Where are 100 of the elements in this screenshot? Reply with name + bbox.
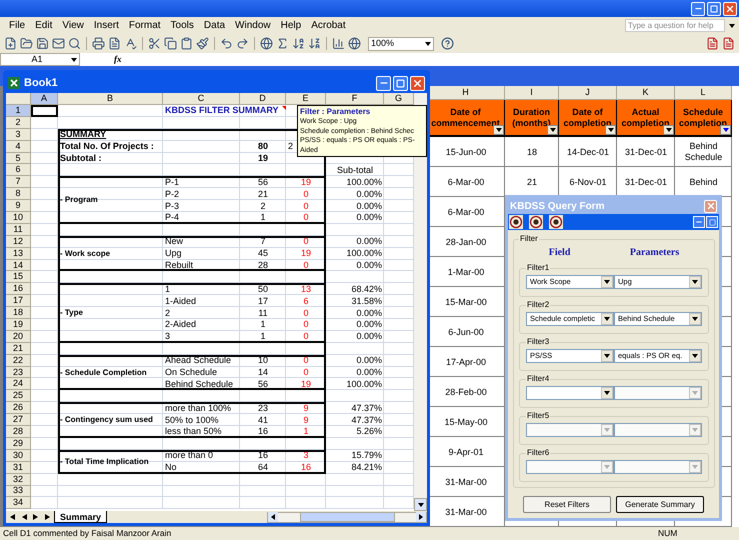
row-header[interactable]: 4 — [6, 140, 31, 153]
column-header[interactable]: F — [326, 93, 384, 105]
brush-icon[interactable] — [196, 37, 209, 50]
help-icon[interactable] — [441, 37, 454, 50]
row-header[interactable]: 6 — [6, 164, 31, 176]
paste-icon[interactable] — [180, 37, 193, 50]
row-header[interactable]: 19 — [6, 319, 31, 331]
row-header[interactable]: 18 — [6, 307, 31, 320]
sort-ascending-icon[interactable] — [292, 37, 305, 50]
column-header[interactable]: A — [31, 93, 58, 105]
close-button[interactable] — [410, 76, 425, 90]
column-header[interactable]: K — [617, 86, 675, 100]
maximize-button[interactable] — [707, 2, 721, 16]
row-header[interactable]: 29 — [6, 438, 31, 450]
column-header[interactable]: I — [505, 86, 559, 100]
menu-item[interactable]: Acrobat — [306, 18, 351, 33]
form-button[interactable]: Generate Summary — [616, 496, 704, 513]
maximize-button[interactable] — [706, 216, 718, 228]
column-header[interactable]: H — [427, 86, 505, 100]
row-header[interactable]: 32 — [6, 474, 31, 486]
sigma-icon[interactable] — [276, 37, 289, 50]
row-header[interactable]: 7 — [6, 176, 31, 188]
cut-icon[interactable] — [148, 37, 161, 50]
row-header[interactable]: 21 — [6, 342, 31, 355]
row-header[interactable]: 1 — [6, 105, 31, 117]
row-header[interactable]: 25 — [6, 390, 31, 402]
redo-icon[interactable] — [236, 37, 249, 50]
column-header[interactable]: L — [675, 86, 732, 100]
next-sheet-icon[interactable] — [33, 514, 39, 520]
row-header[interactable]: 9 — [6, 200, 31, 212]
menu-item[interactable]: Format — [124, 18, 166, 33]
row-header[interactable]: 8 — [6, 188, 31, 200]
column-header[interactable]: G — [384, 93, 414, 105]
minimize-button[interactable] — [691, 2, 705, 16]
row-header[interactable]: 28 — [6, 426, 31, 438]
row-header[interactable]: 16 — [6, 283, 31, 296]
globe-icon[interactable] — [260, 37, 273, 50]
search-icon[interactable] — [68, 37, 81, 50]
row-header[interactable]: 31 — [6, 462, 31, 474]
mail-icon[interactable] — [52, 37, 65, 50]
row-header[interactable]: 12 — [6, 236, 31, 248]
filter-dropdown-button[interactable] — [493, 125, 504, 135]
round-tool-icon[interactable] — [529, 215, 543, 229]
row-header[interactable]: 22 — [6, 354, 31, 367]
row-header[interactable]: 14 — [6, 260, 31, 272]
menu-item[interactable]: Data — [198, 18, 230, 33]
row-header[interactable]: 24 — [6, 378, 31, 390]
form-button[interactable]: Reset Filters — [523, 496, 611, 513]
menu-item[interactable]: Window — [230, 18, 276, 33]
row-header[interactable]: 17 — [6, 295, 31, 308]
first-sheet-icon[interactable] — [9, 514, 15, 520]
round-tool-icon[interactable] — [509, 215, 523, 229]
menu-item[interactable]: Edit — [30, 18, 58, 33]
row-header[interactable]: 33 — [6, 486, 31, 498]
round-tool-icon[interactable] — [549, 215, 563, 229]
minimize-button[interactable] — [693, 216, 705, 228]
minimize-button[interactable] — [376, 76, 391, 90]
row-header[interactable]: 27 — [6, 414, 31, 426]
row-header[interactable]: 13 — [6, 248, 31, 260]
menu-item[interactable]: View — [57, 18, 89, 33]
help-search-field[interactable]: Type a question for help — [625, 19, 725, 32]
row-header[interactable]: 23 — [6, 366, 31, 378]
row-header[interactable]: 20 — [6, 330, 31, 343]
column-header[interactable]: E — [286, 93, 326, 105]
undo-icon[interactable] — [220, 37, 233, 50]
sort-descending-icon[interactable] — [308, 37, 321, 50]
row-header[interactable]: 10 — [6, 212, 31, 224]
horizontal-scrollbar[interactable] — [267, 512, 427, 522]
zoom-field[interactable]: 100% — [368, 36, 434, 50]
row-header[interactable]: 5 — [6, 152, 31, 164]
row-header[interactable]: 34 — [6, 497, 31, 510]
column-header[interactable]: D — [240, 93, 286, 105]
menu-item[interactable]: File — [4, 18, 30, 33]
row-header[interactable]: 2 — [6, 116, 31, 129]
selected-cell[interactable] — [31, 105, 58, 117]
column-header[interactable]: J — [559, 86, 617, 100]
previous-sheet-icon[interactable] — [21, 514, 27, 520]
pdf-icon[interactable] — [706, 37, 719, 50]
column-header[interactable]: B — [58, 93, 163, 105]
name-box[interactable]: A1 — [0, 53, 80, 66]
menu-item[interactable]: Insert — [88, 18, 124, 33]
printer-icon[interactable] — [92, 37, 105, 50]
save-icon[interactable] — [36, 37, 49, 50]
row-header[interactable]: 11 — [6, 224, 31, 236]
row-header[interactable]: 3 — [6, 128, 31, 141]
row-header[interactable]: 15 — [6, 271, 31, 284]
chart-icon[interactable] — [332, 37, 345, 50]
close-button[interactable] — [723, 2, 737, 16]
folder-icon[interactable] — [20, 37, 33, 50]
menu-item[interactable]: Tools — [166, 18, 199, 33]
maximize-button[interactable] — [393, 76, 408, 90]
copy-icon[interactable] — [164, 37, 177, 50]
dropdown-field[interactable] — [526, 386, 614, 400]
document-icon[interactable] — [108, 37, 121, 50]
row-header[interactable]: 26 — [6, 402, 31, 414]
row-header[interactable]: 30 — [6, 450, 31, 462]
new-file-icon[interactable] — [4, 37, 17, 50]
spell-check-icon[interactable] — [124, 37, 137, 50]
last-sheet-icon[interactable] — [45, 514, 51, 520]
sheet-tab[interactable]: Summary — [54, 511, 108, 523]
